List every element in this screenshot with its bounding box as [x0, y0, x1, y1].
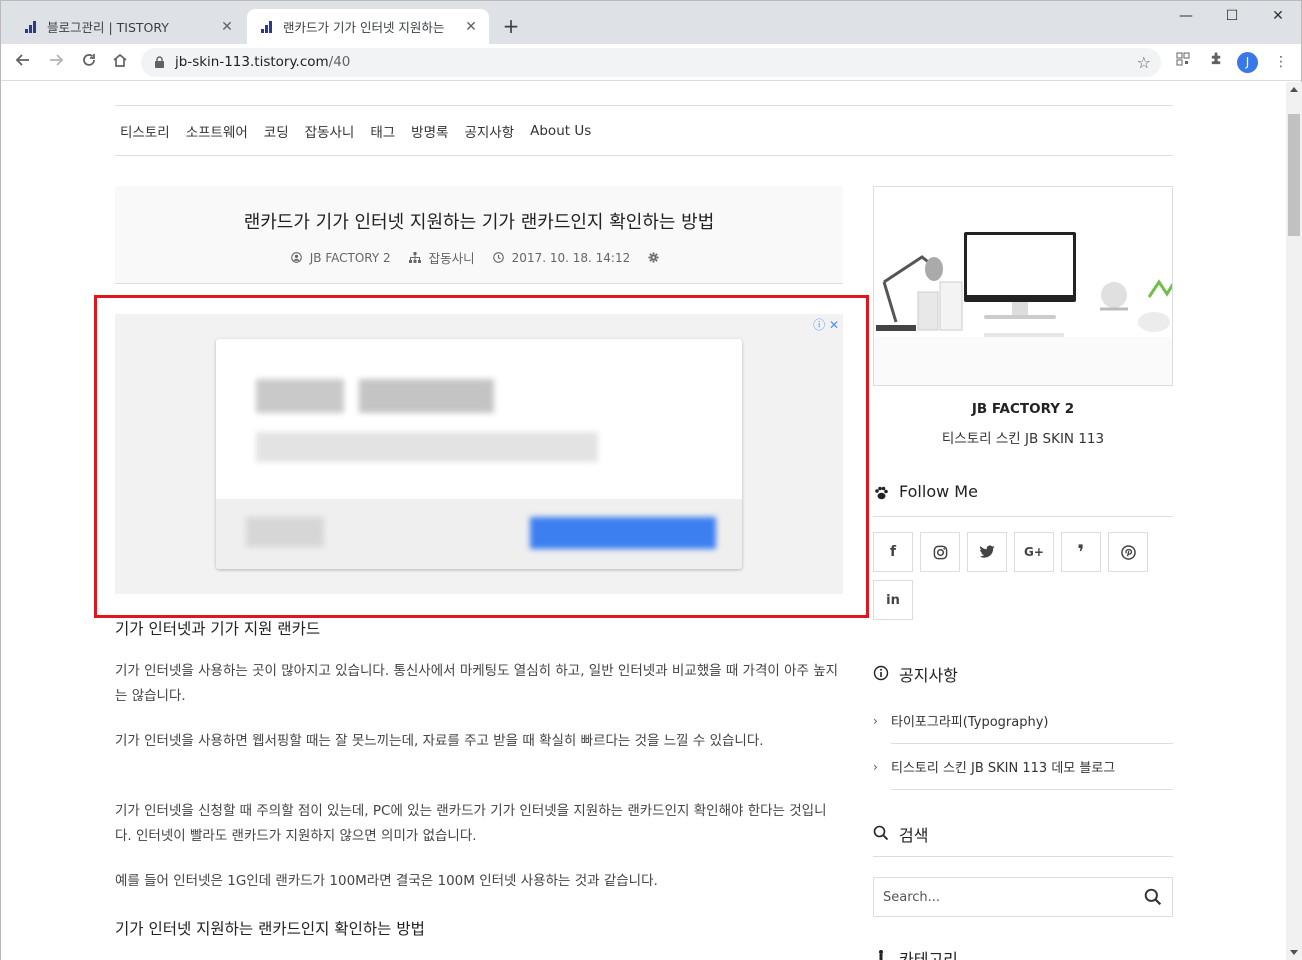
facebook-icon[interactable]: f — [873, 532, 913, 572]
nav-item-software[interactable]: 소프트웨어 — [186, 121, 248, 141]
close-window-button[interactable]: ✕ — [1255, 1, 1301, 31]
tab-close-icon[interactable]: ✕ — [463, 19, 479, 35]
category-icon — [879, 950, 883, 960]
highlight-box — [94, 295, 869, 618]
search-icon — [873, 825, 889, 841]
back-button[interactable] — [9, 49, 37, 77]
blog-description: 티스토리 스킨 JB SKIN 113 — [941, 431, 1105, 447]
chevron-right-icon: › — [873, 713, 878, 728]
content-paragraph: 기가 인터넷을 사용하면 웹서핑할 때는 잘 못느끼는데, 자료를 주고 받을 … — [115, 733, 764, 749]
post-author[interactable]: JB FACTORY 2 — [290, 251, 391, 265]
search-box — [873, 877, 1173, 917]
search-widget-title: 검색 — [873, 822, 1173, 857]
reload-icon — [83, 54, 95, 66]
tab-strip: 블로그관리 | TISTORY ✕ 랜카드가 기가 인터넷 지원하는 ✕ + —… — [1, 1, 1301, 44]
post-category[interactable]: 잡동사니 — [408, 248, 475, 267]
info-circle-icon — [873, 665, 889, 681]
browser-menu-icon[interactable]: ⋮ — [1269, 50, 1293, 74]
minimize-button[interactable]: — — [1163, 1, 1209, 31]
notice-item[interactable]: › 티스토리 스킨 JB SKIN 113 데모 블로그 — [873, 757, 1173, 777]
content-paragraph: 기가 인터넷을 사용하는 곳이 많아지고 있습니다. 통신사에서 마케팅도 열심… — [115, 663, 839, 704]
browser-window: 블로그관리 | TISTORY ✕ 랜카드가 기가 인터넷 지원하는 ✕ + —… — [0, 0, 1302, 960]
home-button[interactable] — [106, 49, 134, 77]
blog-top-nav: 티스토리 소프트웨어 코딩 잡동사니 태그 방명록 공지사항 About Us — [115, 105, 1173, 156]
blog-name: JB FACTORY 2 — [971, 401, 1075, 417]
linkedin-icon[interactable]: in — [873, 580, 913, 620]
notice-item[interactable]: › 타이포그라피(Typography) — [873, 711, 1173, 731]
paw-icon — [875, 486, 888, 500]
follow-widget-title: Follow Me — [873, 482, 1173, 517]
notice-widget-title: 공지사항 — [873, 662, 1173, 697]
profile-avatar[interactable]: J — [1237, 52, 1258, 73]
vertical-scrollbar[interactable] — [1286, 82, 1302, 960]
divider — [891, 789, 1173, 790]
lock-icon — [155, 56, 164, 68]
forward-button[interactable] — [42, 49, 70, 77]
sitemap-icon — [408, 252, 421, 263]
url-text: jb-skin-113.tistory.com/40 — [175, 54, 351, 70]
nav-item-about[interactable]: About Us — [530, 123, 591, 139]
content-heading: 기가 인터넷 지원하는 랜카드인지 확인하는 방법 — [115, 920, 425, 938]
tab-current-post[interactable]: 랜카드가 기가 인터넷 지원하는 ✕ — [247, 9, 489, 44]
tistory-icon[interactable]: ❜ — [1061, 532, 1101, 572]
post-date: 2017. 10. 18. 14:12 — [492, 251, 630, 265]
tab-title: 블로그관리 | TISTORY — [47, 20, 169, 35]
forward-arrow-icon — [50, 54, 64, 66]
extensions-puzzle-icon[interactable] — [1204, 50, 1228, 74]
tistory-favicon-icon — [259, 19, 275, 35]
nav-item-coding[interactable]: 코딩 — [264, 121, 289, 141]
nav-item-misc[interactable]: 잡동사니 — [305, 121, 355, 141]
back-arrow-icon — [15, 54, 29, 66]
category-widget-title: 카테고리 — [873, 946, 1173, 960]
maximize-button[interactable]: ☐ — [1209, 1, 1255, 31]
clock-icon — [492, 252, 504, 263]
user-circle-icon — [290, 252, 302, 263]
desk-computer-illustration — [874, 232, 1172, 385]
nav-item-notice[interactable]: 공지사항 — [464, 121, 514, 141]
divider — [891, 743, 1173, 744]
blog-profile-image[interactable] — [873, 186, 1173, 386]
browser-toolbar: jb-skin-113.tistory.com/40 ☆ J ⋮ — [1, 44, 1301, 81]
nav-item-guestbook[interactable]: 방명록 — [411, 121, 448, 141]
post-settings-gear-icon[interactable] — [648, 252, 667, 263]
address-bar[interactable]: jb-skin-113.tistory.com/40 ☆ — [141, 48, 1161, 77]
page-viewport: 티스토리 소프트웨어 코딩 잡동사니 태그 방명록 공지사항 About Us … — [1, 82, 1286, 960]
new-tab-button[interactable]: + — [499, 14, 523, 38]
reload-button[interactable] — [75, 49, 103, 77]
home-icon — [113, 53, 127, 67]
nav-item-tags[interactable]: 태그 — [370, 121, 395, 141]
google-plus-icon[interactable]: G+ — [1014, 532, 1054, 572]
search-submit-icon[interactable] — [1144, 888, 1162, 906]
scroll-down-arrow-icon[interactable] — [1290, 950, 1298, 955]
content-paragraph: 기가 인터넷을 신청할 때 주의할 점이 있는데, PC에 있는 랜카드가 기가… — [115, 803, 827, 844]
post-header: 랜카드가 기가 인터넷 지원하는 기가 랜카드인지 확인하는 방법 JB FAC… — [115, 186, 843, 284]
nav-item-tistory[interactable]: 티스토리 — [120, 121, 170, 141]
twitter-icon[interactable] — [967, 532, 1007, 572]
scroll-up-arrow-icon[interactable] — [1290, 87, 1298, 92]
chevron-right-icon: › — [873, 759, 878, 774]
bookmark-star-icon[interactable]: ☆ — [1137, 53, 1151, 72]
content-heading: 기가 인터넷과 기가 지원 랜카드 — [115, 620, 321, 638]
content-paragraph: 예를 들어 인터넷은 1G인데 랜카드가 100M라면 결국은 100M 인터넷… — [115, 873, 658, 889]
pinterest-icon[interactable] — [1108, 532, 1148, 572]
scroll-thumb[interactable] — [1288, 114, 1300, 236]
qr-code-icon[interactable] — [1171, 50, 1195, 74]
post-title: 랜카드가 기가 인터넷 지원하는 기가 랜카드인지 확인하는 방법 — [243, 212, 715, 233]
search-input[interactable] — [874, 878, 1134, 916]
post-meta: JB FACTORY 2 잡동사니 2017. 10. 18. 14:12 — [115, 248, 843, 267]
tab-close-icon[interactable]: ✕ — [219, 19, 235, 35]
tistory-favicon-icon — [23, 19, 39, 35]
tab-blog-admin[interactable]: 블로그관리 | TISTORY ✕ — [11, 9, 245, 44]
instagram-icon[interactable] — [920, 532, 960, 572]
tab-title: 랜카드가 기가 인터넷 지원하는 — [283, 20, 445, 35]
